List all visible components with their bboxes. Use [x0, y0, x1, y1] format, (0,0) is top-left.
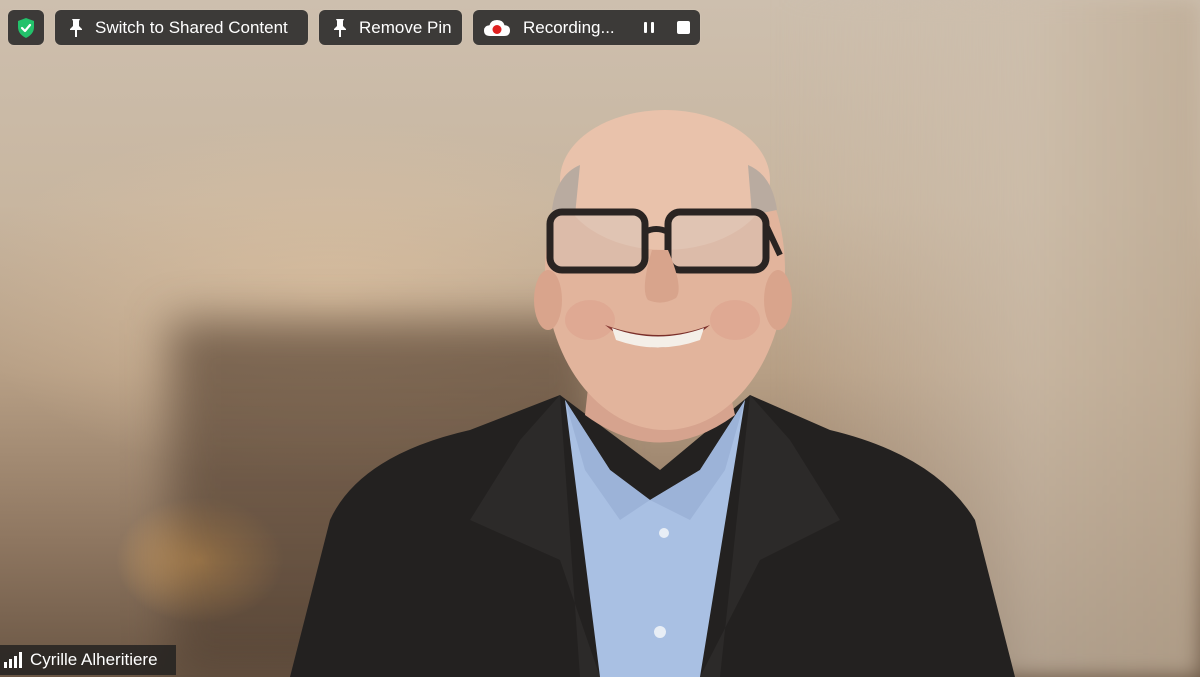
- stop-recording-button[interactable]: [677, 21, 690, 34]
- switch-to-shared-content-button[interactable]: Switch to Shared Content: [55, 10, 308, 45]
- video-feed: [0, 0, 1200, 677]
- pause-recording-button[interactable]: [641, 19, 657, 36]
- remove-pin-button[interactable]: Remove Pin: [319, 10, 462, 45]
- signal-strength-icon: [4, 652, 22, 668]
- switch-label: Switch to Shared Content: [95, 17, 288, 37]
- recording-status: Recording...: [473, 10, 700, 45]
- cloud-record-icon: [484, 19, 510, 36]
- pin-icon: [334, 18, 346, 37]
- recording-label: Recording...: [523, 17, 615, 37]
- pause-icon: [644, 22, 654, 33]
- remove-pin-label: Remove Pin: [359, 17, 452, 37]
- participant-name: Cyrille Alheritiere: [30, 650, 158, 669]
- participant-name-tag: Cyrille Alheritiere: [0, 645, 176, 675]
- security-button[interactable]: [8, 10, 44, 45]
- shield-check-icon: [18, 17, 34, 38]
- pin-icon: [70, 18, 82, 37]
- participant-video: [290, 110, 1015, 677]
